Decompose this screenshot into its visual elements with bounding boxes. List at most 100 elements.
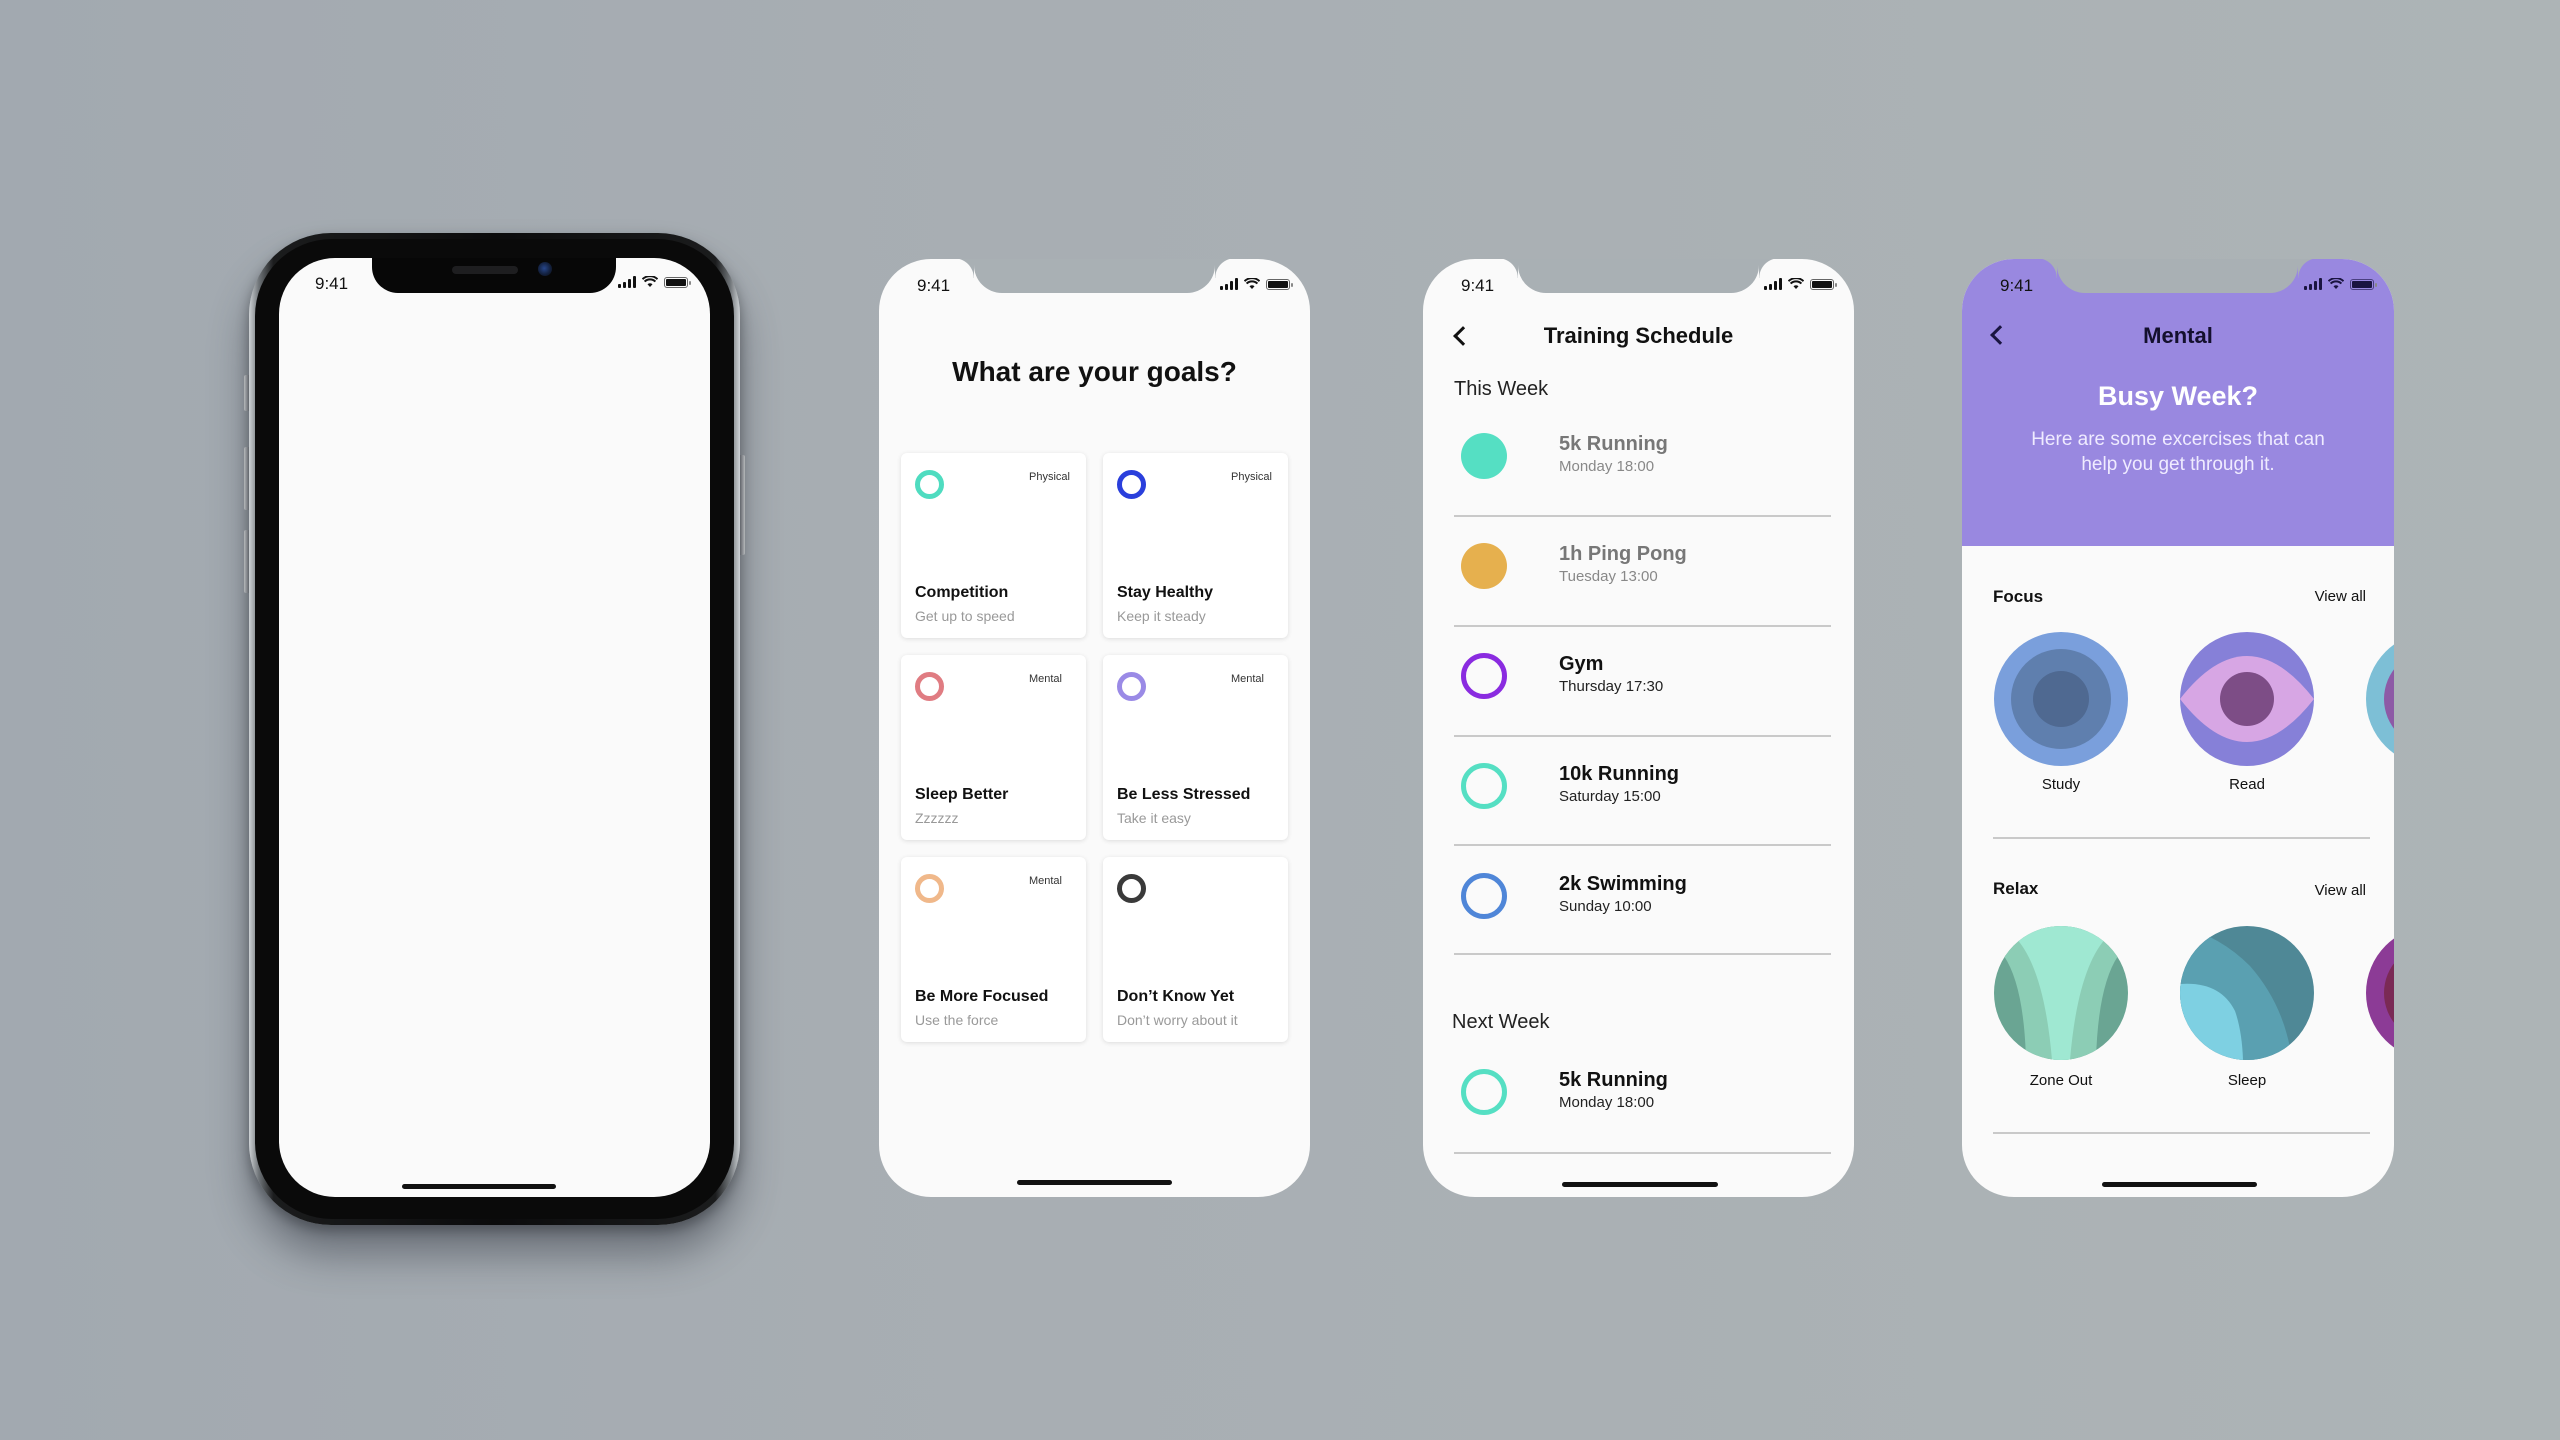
notch <box>2037 259 2318 293</box>
goal-card-sleep-better[interactable]: Mental Sleep Better Zzzzzz <box>901 655 1086 840</box>
hero-title: Busy Week? <box>2097 381 2259 411</box>
status-icons <box>1220 278 1293 290</box>
hero-description: Here are some excercises that can help y… <box>2031 429 2325 475</box>
exercise-tile-read[interactable] <box>2180 632 2314 766</box>
signal-icon <box>2304 278 2322 290</box>
goal-ring-icon <box>915 470 944 499</box>
status-time: 9:41 <box>315 274 349 293</box>
goal-ring-icon <box>1117 672 1146 701</box>
tile-inner-icon <box>2384 944 2394 1042</box>
goal-subtitle: Don’t worry about it <box>1117 1012 1238 1028</box>
page-title: Mental <box>2143 323 2213 348</box>
activity-time: Monday 18:00 <box>1559 1094 1655 1111</box>
goal-card-competition[interactable]: Physical Competition Get up to speed <box>901 453 1086 638</box>
goal-tag: Mental <box>1230 673 1264 685</box>
schedule-item[interactable]: 1h Ping Pong Tuesday 13:00 <box>1450 511 1827 621</box>
schedule-item[interactable]: 5k Running Monday 18:00 <box>1450 401 1827 511</box>
exercise-tile-sleep[interactable] <box>2180 926 2314 1060</box>
status-time: 9:41 <box>917 276 951 295</box>
exercise-label: Study <box>2041 776 2081 793</box>
goal-subtitle: Keep it steady <box>1117 608 1206 624</box>
activity-name: 10k Running <box>1559 763 1680 785</box>
divider <box>1454 1152 1831 1154</box>
signal-icon <box>618 276 636 288</box>
goal-card-be-less-stressed[interactable]: Mental Be Less Stressed Take it easy <box>1103 655 1288 840</box>
goal-tag: Mental <box>1028 875 1062 887</box>
page-title: Training Schedule <box>1543 323 1734 348</box>
power-button <box>740 455 745 555</box>
battery-icon <box>2350 278 2377 290</box>
activity-time: Sunday 10:00 <box>1559 898 1652 915</box>
device-notch <box>372 258 616 293</box>
goal-card-stay-healthy[interactable]: Physical Stay Healthy Keep it steady <box>1103 453 1288 638</box>
activity-time: Thursday 17:30 <box>1559 678 1664 695</box>
signal-icon <box>1220 278 1238 290</box>
view-all-relax-link[interactable]: View all <box>2315 882 2366 899</box>
wifi-icon <box>2328 278 2344 289</box>
status-time: 9:41 <box>1461 276 1495 295</box>
goal-subtitle: Use the force <box>915 1012 999 1028</box>
schedule-screen: 9:41 Training Schedule This Week 5k Runn… <box>1423 259 1854 1197</box>
mental-screen: 9:41 Mental Busy Week? Here are some exc… <box>1962 259 2394 1197</box>
goal-card-be-more-focused[interactable]: Mental Be More Focused Use the force <box>901 857 1086 1042</box>
study-core-icon <box>2033 671 2089 727</box>
goal-title: Sleep Better <box>915 786 1009 803</box>
completed-dot-icon <box>1461 433 1507 479</box>
status-icons <box>2304 278 2377 290</box>
wifi-icon <box>1244 278 1260 289</box>
device-screen: 9:41 <box>279 258 710 1197</box>
goal-title: Be Less Stressed <box>1117 786 1251 803</box>
goal-subtitle: Get up to speed <box>915 608 1015 624</box>
divider <box>1993 837 2370 839</box>
activity-name: 2k Swimming <box>1559 873 1687 895</box>
status-icons <box>618 276 691 288</box>
exercise-tile-study[interactable] <box>1994 632 2128 766</box>
home-indicator <box>402 1184 556 1189</box>
notch <box>954 259 1235 293</box>
wifi-icon <box>1788 278 1804 289</box>
section-next-week: Next Week <box>1452 1011 1550 1033</box>
activity-name: 1h Ping Pong <box>1559 543 1687 565</box>
pending-ring-icon <box>1461 653 1507 699</box>
goal-ring-icon <box>915 874 944 903</box>
exercise-tile-partial[interactable] <box>2366 632 2394 766</box>
goal-ring-icon <box>1117 470 1146 499</box>
home-indicator <box>1017 1180 1172 1185</box>
front-camera <box>538 262 552 276</box>
battery-icon <box>1810 278 1837 290</box>
schedule-item[interactable]: 2k Swimming Sunday 10:00 <box>1450 841 1827 951</box>
goal-ring-icon <box>1117 874 1146 903</box>
goal-subtitle: Take it easy <box>1117 810 1191 826</box>
goal-ring-icon <box>915 672 944 701</box>
signal-icon <box>1764 278 1782 290</box>
goal-title: Competition <box>915 584 1009 601</box>
goal-tag: Physical <box>1029 471 1070 483</box>
schedule-item[interactable]: Gym Thursday 17:30 <box>1450 621 1827 731</box>
goal-tag: Mental <box>1028 673 1062 685</box>
activity-name: 5k Running <box>1559 433 1668 455</box>
exercise-tile-zone-out[interactable] <box>1994 926 2128 1060</box>
page-title: What are your goals? <box>952 356 1237 387</box>
activity-time: Saturday 15:00 <box>1559 788 1661 805</box>
speaker-grille <box>452 266 518 274</box>
goal-card-dont-know-yet[interactable]: Don’t Know Yet Don’t worry about it <box>1103 857 1288 1042</box>
activity-name: 5k Running <box>1559 1069 1668 1091</box>
completed-dot-icon <box>1461 543 1507 589</box>
category-title-focus: Focus <box>1993 587 2044 606</box>
schedule-item[interactable]: 5k Running Monday 18:00 <box>1450 1037 1827 1147</box>
exercise-tile-partial[interactable] <box>2366 926 2394 1060</box>
exercise-label: Zone Out <box>2029 1072 2093 1089</box>
goal-tag: Physical <box>1231 471 1272 483</box>
battery-icon <box>1266 278 1293 290</box>
exercise-label: Sleep <box>2227 1072 2267 1089</box>
activity-time: Tuesday 13:00 <box>1559 568 1658 585</box>
battery-icon <box>664 276 691 288</box>
activity-time: Monday 18:00 <box>1559 458 1655 475</box>
schedule-item[interactable]: 10k Running Saturday 15:00 <box>1450 731 1827 841</box>
section-this-week: This Week <box>1454 378 1549 400</box>
pending-ring-icon <box>1461 763 1507 809</box>
view-all-focus-link[interactable]: View all <box>2315 588 2366 605</box>
tile-inner-icon <box>2384 650 2394 748</box>
category-title-relax: Relax <box>1993 879 2039 898</box>
goal-title: Don’t Know Yet <box>1117 988 1235 1005</box>
